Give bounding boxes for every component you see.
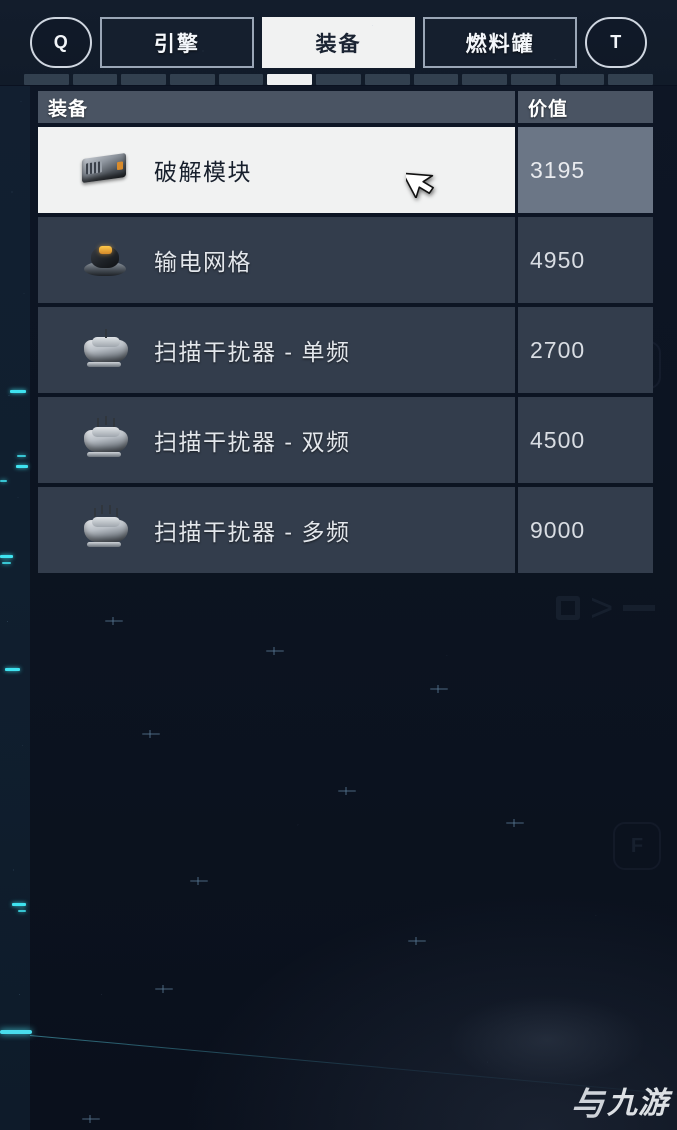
radar-blip	[18, 910, 26, 912]
radar-blip	[5, 668, 20, 671]
stop-icon[interactable]	[556, 596, 580, 620]
table-cell-value: 2700	[518, 307, 653, 393]
page-indicator-segment[interactable]	[608, 74, 653, 85]
ship-marker	[155, 985, 173, 993]
table-cell-name[interactable]: 扫描干扰器 - 多频	[38, 487, 515, 573]
radar-blip	[17, 455, 26, 457]
scan-jammer-icon	[76, 322, 132, 378]
item-label: 扫描干扰器 - 多频	[154, 519, 351, 545]
minimize-icon[interactable]	[623, 605, 656, 611]
column-header-name: 装备	[38, 91, 515, 123]
game-screen: R F > Q 引擎 装备 燃料罐 T 装备 价值 破解	[0, 0, 677, 1130]
table-row[interactable]: 扫描干扰器 - 双频 4500	[38, 397, 653, 483]
item-label: 扫描干扰器 - 双频	[154, 429, 351, 455]
page-indicator-segment[interactable]	[559, 74, 605, 85]
equipment-table: 装备 价值 破解模块 3195 输电网格 4950 扫描干扰器 - 单频 270…	[38, 91, 653, 573]
page-indicator-segment[interactable]	[267, 74, 313, 85]
radar-blip	[0, 555, 13, 558]
page-indicator-segment[interactable]	[316, 74, 361, 85]
trajectory-head	[0, 1030, 32, 1034]
table-cell-name[interactable]: 输电网格	[38, 217, 515, 303]
radar-blip	[10, 390, 26, 393]
page-indicator-segment[interactable]	[121, 74, 167, 85]
page-indicator-segment[interactable]	[170, 74, 215, 85]
key-button-t[interactable]: T	[585, 17, 648, 68]
top-bar: Q 引擎 装备 燃料罐 T	[0, 0, 677, 86]
page-indicator-segment[interactable]	[510, 74, 556, 85]
key-button-q[interactable]: Q	[30, 17, 92, 68]
table-cell-value: 9000	[518, 487, 653, 573]
radar-blip	[12, 903, 26, 906]
tab-row: Q 引擎 装备 燃料罐 T	[0, 17, 677, 68]
table-header-row: 装备 价值	[38, 91, 653, 123]
item-label: 输电网格	[154, 249, 252, 275]
ship-marker	[190, 877, 208, 885]
table-cell-value: 3195	[518, 127, 653, 213]
watermark-logo-icon: 与	[571, 1085, 604, 1122]
table-row[interactable]: 扫描干扰器 - 多频 9000	[38, 487, 653, 573]
tab-equipment[interactable]: 装备	[261, 17, 416, 68]
table-cell-value: 4500	[518, 397, 653, 483]
tab-engine[interactable]: 引擎	[100, 17, 254, 68]
tab-fuel-tank[interactable]: 燃料罐	[423, 17, 578, 68]
ship-marker	[266, 647, 284, 655]
page-indicator-segment[interactable]	[24, 74, 69, 85]
table-cell-name[interactable]: 扫描干扰器 - 单频	[38, 307, 515, 393]
page-indicator-segment[interactable]	[364, 74, 410, 85]
left-edge-strip	[0, 0, 30, 1130]
table-cell-value: 4950	[518, 217, 653, 303]
table-row[interactable]: 破解模块 3195	[38, 127, 653, 213]
ship-marker	[408, 937, 426, 945]
radar-blip	[0, 480, 7, 482]
watermark: 与 九游	[571, 1087, 669, 1120]
column-header-value: 价值	[518, 91, 653, 123]
page-indicator-segment[interactable]	[462, 74, 507, 85]
table-row[interactable]: 扫描干扰器 - 单频 2700	[38, 307, 653, 393]
page-indicator[interactable]	[24, 74, 653, 85]
power-grid-icon	[76, 232, 132, 288]
ship-marker	[82, 1115, 100, 1123]
ship-marker	[338, 787, 356, 795]
hacking-module-icon	[76, 142, 132, 198]
table-cell-name[interactable]: 扫描干扰器 - 双频	[38, 397, 515, 483]
table-row[interactable]: 输电网格 4950	[38, 217, 653, 303]
scan-jammer-icon	[76, 502, 132, 558]
ship-marker	[430, 685, 448, 693]
scan-jammer-icon	[76, 412, 132, 468]
radar-blip	[16, 465, 28, 468]
ship-marker	[142, 730, 160, 738]
key-hint-f[interactable]: F	[613, 822, 661, 870]
watermark-text: 九游	[607, 1086, 669, 1120]
item-label: 扫描干扰器 - 单频	[154, 339, 351, 365]
radar-blip	[2, 562, 11, 564]
table-cell-name[interactable]: 破解模块	[38, 127, 515, 213]
page-indicator-segment[interactable]	[218, 74, 264, 85]
item-label: 破解模块	[154, 159, 252, 185]
ship-marker	[105, 617, 123, 625]
ship-marker	[506, 819, 524, 827]
window-controls[interactable]: >	[556, 588, 656, 628]
watermark-glow	[447, 995, 647, 1085]
page-indicator-segment[interactable]	[72, 74, 118, 85]
page-indicator-segment[interactable]	[413, 74, 459, 85]
forward-icon[interactable]: >	[590, 588, 613, 628]
